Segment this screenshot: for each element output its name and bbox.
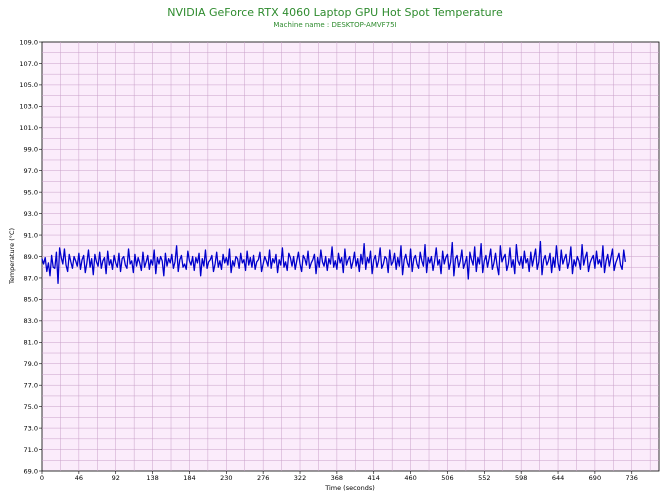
chart-subtitle: Machine name : DESKTOP-AMVF75I (273, 21, 396, 29)
y-axis-label: Temperature (°C) (8, 228, 16, 285)
y-tick-label: 105.0 (19, 81, 38, 89)
x-tick-label: 230 (220, 474, 232, 482)
y-tick-label: 75.0 (24, 403, 38, 411)
x-tick-label: 460 (404, 474, 416, 482)
x-tick-label: 506 (441, 474, 453, 482)
y-tick-label: 91.0 (24, 231, 38, 239)
y-tick-label: 93.0 (24, 210, 38, 218)
y-tick-label: 101.0 (19, 124, 38, 132)
x-tick-label: 414 (368, 474, 380, 482)
y-tick-label: 109.0 (19, 38, 38, 46)
y-tick-label: 89.0 (24, 253, 38, 261)
x-tick-label: 322 (294, 474, 306, 482)
x-tick-label: 0 (40, 474, 44, 482)
y-tick-label: 107.0 (19, 60, 38, 68)
x-tick-label: 138 (146, 474, 158, 482)
y-tick-label: 71.0 (24, 446, 38, 454)
y-tick-label: 83.0 (24, 317, 38, 325)
x-tick-label: 690 (589, 474, 601, 482)
y-axis: 69.0 71.0 73.0 75.0 77.0 79.0 81.0 83.0 85.0 87.0… (19, 38, 42, 475)
y-tick-label: 73.0 (24, 424, 38, 432)
y-tick-label: 97.0 (24, 167, 38, 175)
y-tick-label: 81.0 (24, 339, 38, 347)
x-tick-label: 552 (478, 474, 490, 482)
x-tick-label: 276 (257, 474, 269, 482)
y-tick-label: 87.0 (24, 274, 38, 282)
y-tick-label: 99.0 (24, 146, 38, 154)
y-tick-label: 95.0 (24, 188, 38, 196)
x-tick-label: 644 (552, 474, 564, 482)
y-tick-label: 85.0 (24, 296, 38, 304)
x-tick-label: 598 (515, 474, 527, 482)
chart: NVIDIA GeForce RTX 4060 Laptop GPU Hot S… (8, 6, 660, 492)
x-axis-label: Time (seconds) (324, 484, 375, 492)
x-tick-label: 184 (183, 474, 195, 482)
x-tick-label: 736 (626, 474, 638, 482)
y-tick-label: 69.0 (24, 467, 38, 475)
y-tick-label: 77.0 (24, 382, 38, 390)
y-tick-label: 103.0 (19, 103, 38, 111)
x-tick-label: 92 (112, 474, 120, 482)
x-tick-label: 46 (75, 474, 83, 482)
chart-title: NVIDIA GeForce RTX 4060 Laptop GPU Hot S… (167, 6, 503, 19)
y-tick-label: 79.0 (24, 360, 38, 368)
x-tick-label: 368 (331, 474, 343, 482)
x-axis: 0 46 92 138 184 230 276 322 368 414 460 506 552 598 64… (40, 471, 638, 482)
